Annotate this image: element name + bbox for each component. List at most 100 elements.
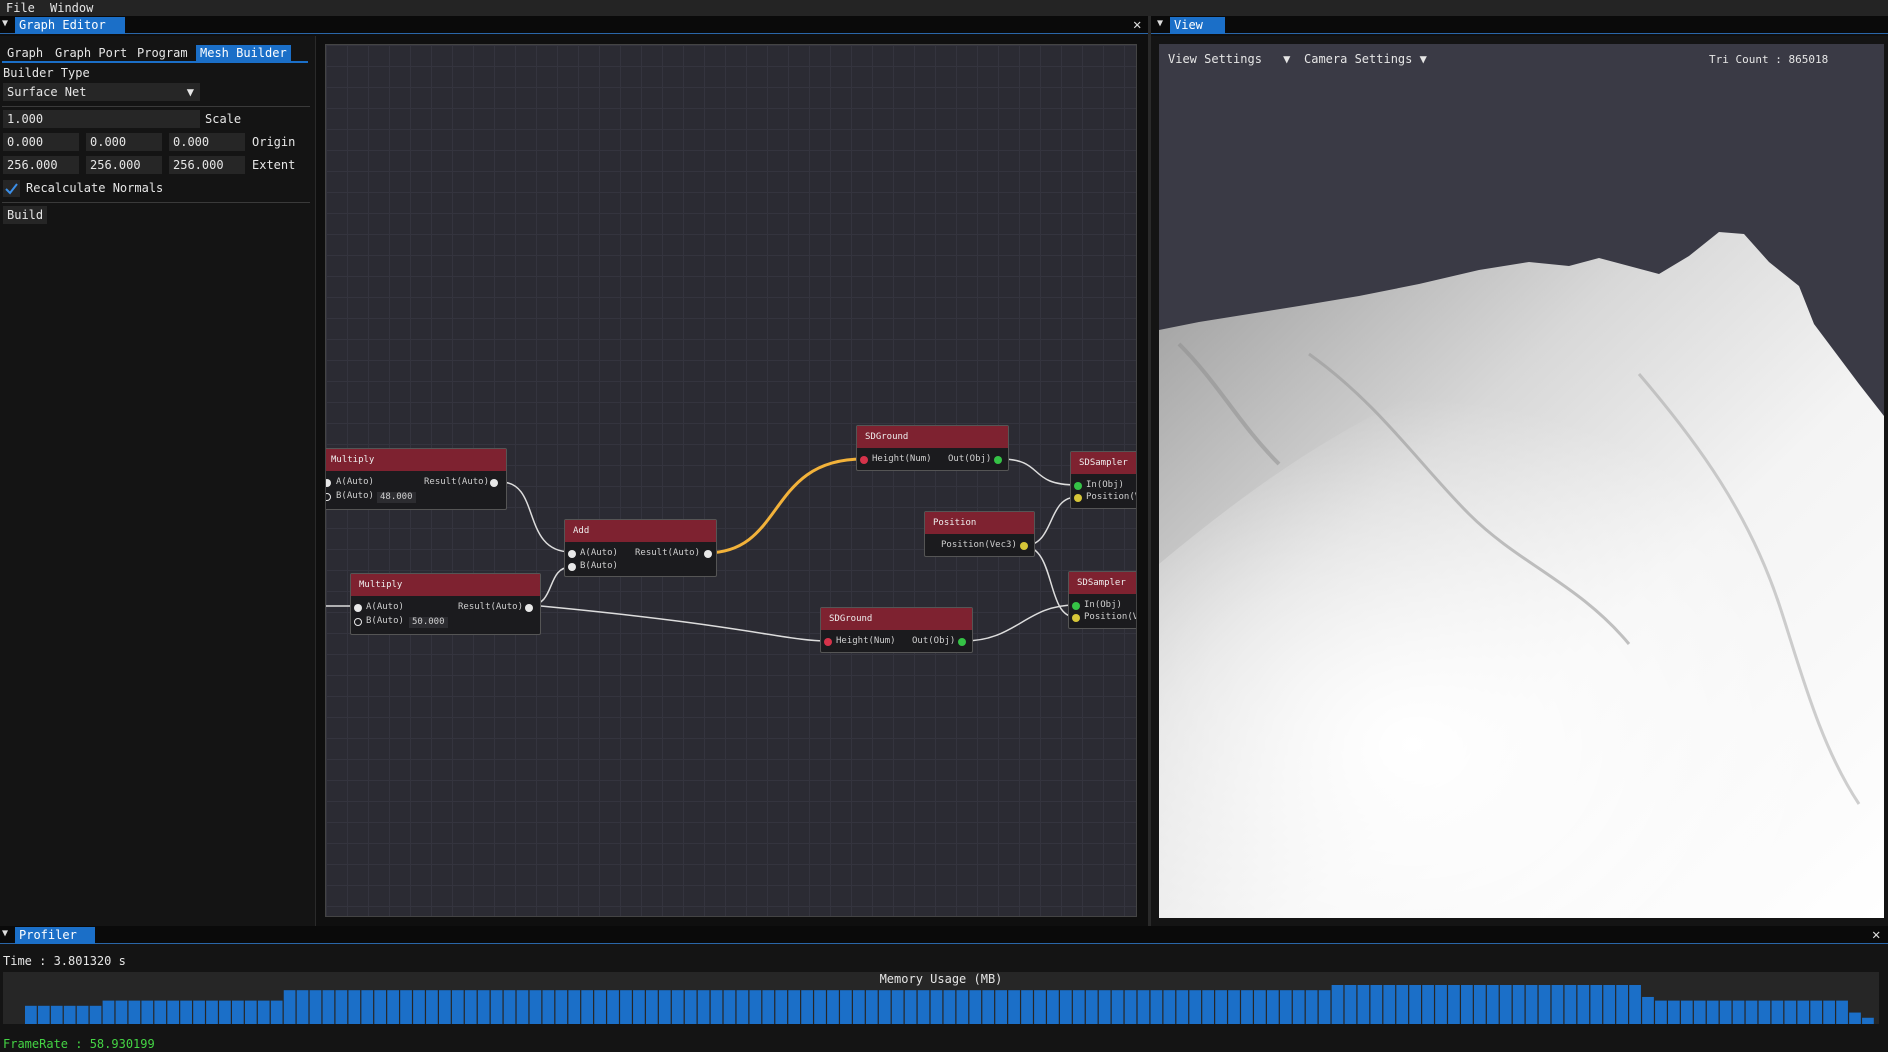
collapse-arrow-icon[interactable]: ▼ [2, 18, 12, 30]
extent-z-input[interactable]: 256.000 [169, 156, 245, 174]
pin-b[interactable] [568, 563, 576, 571]
memory-bar [956, 990, 969, 1024]
pin-a[interactable] [354, 604, 362, 612]
origin-x-input[interactable]: 0.000 [3, 133, 79, 151]
memory-bar [736, 990, 749, 1024]
memory-bar [490, 990, 503, 1024]
builder-type-select[interactable]: Surface Net ▼ [3, 83, 200, 101]
collapse-arrow-icon[interactable]: ▼ [1157, 18, 1167, 30]
memory-bar [1590, 985, 1603, 1024]
memory-bar [594, 990, 606, 1024]
memory-bar [102, 1000, 115, 1024]
pin-in[interactable] [1072, 602, 1080, 610]
pin-value-input[interactable]: 48.000 [377, 492, 416, 503]
build-button[interactable]: Build [3, 206, 48, 224]
pin-position[interactable] [1020, 542, 1028, 550]
memory-bar [1137, 990, 1150, 1024]
memory-bar [128, 1000, 141, 1024]
node-sdsampler[interactable]: SDSampler In(Obj) Position(Vec3) [1070, 451, 1136, 509]
menu-file[interactable]: File [6, 0, 35, 16]
origin-z-input[interactable]: 0.000 [169, 133, 245, 151]
memory-bar [1771, 1000, 1784, 1024]
tab-graph-port[interactable]: Graph Port [51, 45, 131, 61]
pin-b[interactable] [354, 618, 362, 626]
memory-bar [1655, 1000, 1667, 1024]
node-multiply[interactable]: Multiply A(Auto) B(Auto) 50.000 Result(A… [350, 573, 541, 635]
memory-bar [244, 1000, 257, 1024]
node-graph-canvas[interactable]: Multiply A(Auto) B(Auto) 48.000 Result(A… [325, 44, 1137, 917]
node-add[interactable]: Add A(Auto) B(Auto) Result(Auto) [564, 519, 717, 577]
pin-out[interactable] [994, 456, 1002, 464]
node-position[interactable]: Position Position(Vec3) [924, 511, 1035, 557]
memory-bar [671, 990, 684, 1024]
profiler-tab[interactable]: Profiler [15, 927, 95, 944]
tab-mesh-builder[interactable]: Mesh Builder [196, 45, 291, 61]
scale-input[interactable]: 1.000 [3, 110, 200, 128]
pin-a[interactable] [568, 550, 576, 558]
origin-y-input[interactable]: 0.000 [86, 133, 162, 151]
memory-bar [1486, 985, 1499, 1024]
node-sdground[interactable]: SDGround Height(Num) Out(Obj) [856, 425, 1009, 471]
memory-bar [1008, 990, 1020, 1024]
separator [2, 106, 310, 107]
view-settings-menu[interactable]: View Settings ▼ [1168, 52, 1290, 66]
view-tab[interactable]: View [1170, 17, 1225, 34]
memory-bar [1629, 985, 1641, 1024]
plot-title: Memory Usage (MB) [879, 972, 1003, 986]
camera-settings-menu[interactable]: Camera Settings ▼ [1304, 52, 1427, 66]
pin-label: In(Obj) [1086, 480, 1124, 490]
memory-bar [25, 1005, 37, 1024]
close-icon[interactable]: ✕ [1872, 926, 1880, 944]
pin-result[interactable] [704, 550, 712, 558]
pin-a[interactable] [326, 479, 331, 487]
pin-b[interactable] [326, 493, 331, 501]
pin-result[interactable] [525, 604, 533, 612]
pin-in[interactable] [1074, 482, 1082, 490]
pin-position[interactable] [1072, 614, 1080, 622]
graph-link [999, 458, 1078, 486]
node-title: SDSampler [1069, 572, 1136, 594]
chevron-down-icon: ▼ [1283, 52, 1291, 66]
pin-label: Result(Auto) [458, 602, 524, 612]
memory-bar [1784, 1000, 1797, 1024]
node-multiply[interactable]: Multiply A(Auto) B(Auto) 48.000 Result(A… [326, 448, 507, 510]
pin-value-input[interactable]: 50.000 [409, 617, 448, 628]
graph-editor-tab[interactable]: Graph Editor [15, 17, 125, 34]
pin-height[interactable] [860, 456, 868, 464]
pin-label: Out(Obj) [948, 454, 992, 464]
memory-bar [413, 990, 425, 1024]
recalculate-normals-checkbox[interactable] [3, 180, 20, 197]
memory-bar [516, 990, 529, 1024]
memory-bar [1499, 985, 1512, 1024]
recalculate-normals-label: Recalculate Normals [26, 181, 164, 195]
3d-viewport[interactable]: View Settings ▼ Camera Settings ▼ Tri Co… [1159, 44, 1884, 918]
pin-out[interactable] [958, 638, 966, 646]
memory-bar [852, 990, 865, 1024]
memory-bar [1512, 985, 1525, 1024]
pin-label: B(Auto) [366, 616, 404, 626]
pin-result[interactable] [490, 479, 498, 487]
memory-bar [1422, 985, 1434, 1024]
menu-window[interactable]: Window [50, 0, 93, 16]
close-icon[interactable]: ✕ [1133, 16, 1141, 34]
tab-program[interactable]: Program [133, 45, 192, 61]
collapse-arrow-icon[interactable]: ▼ [2, 928, 12, 940]
node-sdground[interactable]: SDGround Height(Num) Out(Obj) [820, 607, 973, 653]
memory-bar [477, 990, 490, 1024]
memory-bar [645, 990, 658, 1024]
pin-label: Result(Auto) [424, 477, 490, 487]
view-titlebar: ▼ View [1151, 16, 1888, 34]
tab-graph[interactable]: Graph [3, 45, 47, 61]
pin-label: Position(Vec3) [941, 540, 1017, 550]
pin-label: A(Auto) [336, 477, 374, 487]
pin-height[interactable] [824, 638, 832, 646]
memory-bar [1642, 996, 1654, 1024]
extent-x-input[interactable]: 256.000 [3, 156, 79, 174]
memory-usage-plot[interactable]: Memory Usage (MB) [3, 972, 1879, 1024]
memory-bar [710, 990, 723, 1024]
node-sdsampler[interactable]: SDSampler In(Obj) Position(Vec3) [1068, 571, 1136, 629]
profiler-titlebar: ▼ Profiler ✕ [0, 926, 1888, 944]
memory-bar [1680, 1000, 1693, 1024]
extent-y-input[interactable]: 256.000 [86, 156, 162, 174]
pin-position[interactable] [1074, 494, 1082, 502]
